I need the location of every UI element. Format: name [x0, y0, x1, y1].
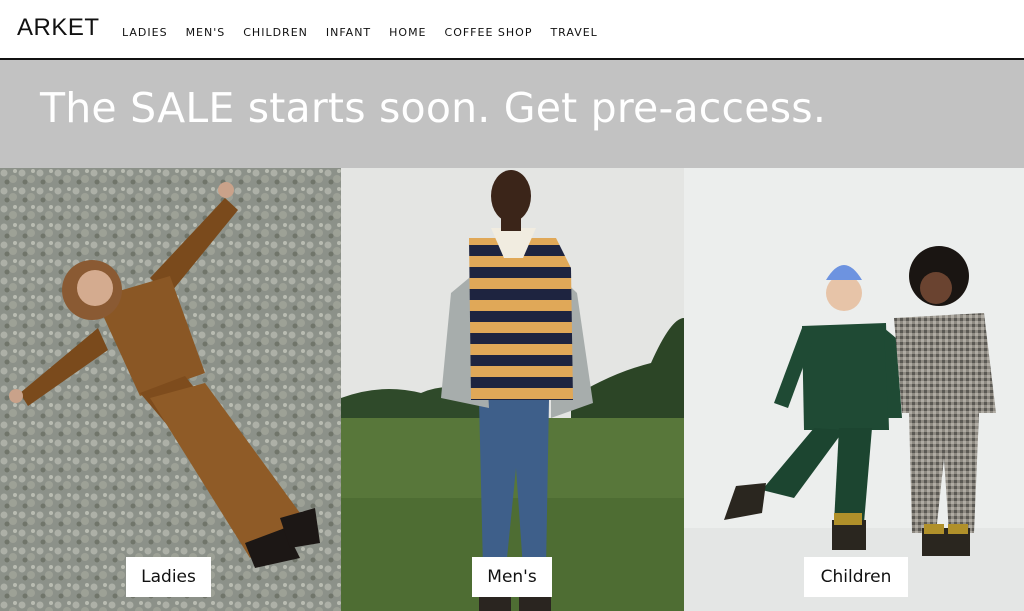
- ladies-photo: [0, 168, 341, 611]
- children-photo: [684, 168, 1024, 611]
- nav-item-coffee-shop[interactable]: COFFEE SHOP: [445, 26, 533, 40]
- sale-headline: The SALE starts soon. Get pre-access.: [40, 84, 827, 132]
- category-tile-children[interactable]: Children: [684, 168, 1024, 611]
- category-label-ladies[interactable]: Ladies: [126, 557, 211, 597]
- nav-item-travel[interactable]: TRAVEL: [550, 26, 597, 40]
- category-tiles: Ladies Men's Children: [0, 168, 1024, 611]
- site-header: ARKET LADIES MEN'S CHILDREN INFANT HOME …: [0, 0, 1024, 60]
- main-nav: LADIES MEN'S CHILDREN INFANT HOME COFFEE…: [122, 26, 616, 40]
- category-label-mens[interactable]: Men's: [472, 557, 552, 597]
- nav-item-home[interactable]: HOME: [389, 26, 426, 40]
- nav-item-mens[interactable]: MEN'S: [186, 26, 226, 40]
- sale-banner[interactable]: The SALE starts soon. Get pre-access.: [0, 60, 1024, 168]
- nav-item-ladies[interactable]: LADIES: [122, 26, 168, 40]
- nav-item-infant[interactable]: INFANT: [326, 26, 371, 40]
- nav-item-children[interactable]: CHILDREN: [243, 26, 308, 40]
- category-tile-mens[interactable]: Men's: [341, 168, 684, 611]
- mens-photo: [341, 168, 684, 611]
- category-tile-ladies[interactable]: Ladies: [0, 168, 341, 611]
- arket-logo[interactable]: ARKET: [17, 14, 100, 42]
- category-label-children[interactable]: Children: [804, 557, 908, 597]
